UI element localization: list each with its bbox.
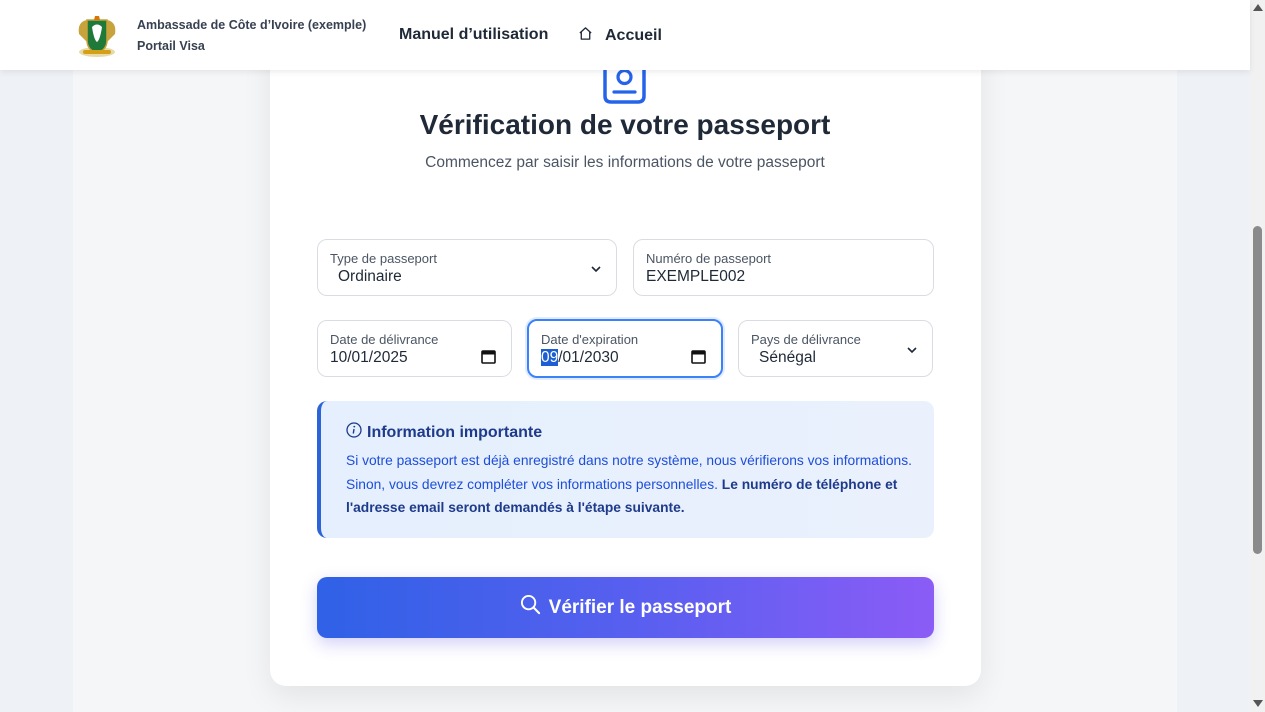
chevron-down-icon	[590, 262, 602, 274]
issue-date-input[interactable]: Date de délivrance 10/01/2025	[317, 320, 512, 377]
passport-type-select[interactable]: Type de passeport Ordinaire	[317, 239, 617, 296]
calendar-icon[interactable]	[691, 349, 706, 364]
expiry-date-value: 09/01/2030	[541, 349, 619, 367]
verify-passport-label: Vérifier le passeport	[548, 596, 732, 618]
info-text: Si votre passeport est déjà enregistré d…	[346, 449, 926, 520]
issuing-country-select[interactable]: Pays de délivrance Sénégal	[738, 320, 933, 377]
expiry-date-day-selected[interactable]: 09	[541, 349, 559, 366]
info-icon	[346, 422, 362, 443]
issue-date-label: Date de délivrance	[330, 332, 439, 347]
scrollbar-thumb[interactable]	[1253, 226, 1262, 554]
passport-number-label: Numéro de passeport	[646, 251, 772, 266]
passport-number-value: EXEMPLE002	[646, 268, 746, 285]
top-header: Ambassade de Côte d’Ivoire (exemple) Por…	[0, 0, 1250, 70]
nav-user-manual-link[interactable]: Manuel d’utilisation	[399, 26, 548, 44]
page-title: Vérification de votre passeport	[419, 109, 831, 140]
verify-passport-button[interactable]: Vérifier le passeport	[317, 577, 934, 638]
coat-of-arms-logo[interactable]	[73, 12, 121, 60]
home-icon	[578, 26, 593, 46]
page-subtitle: Commencez par saisir les informations de…	[425, 154, 825, 171]
info-title: Information importante	[346, 422, 542, 443]
passport-type-value: Ordinaire	[338, 268, 402, 285]
info-title-text: Information importante	[367, 423, 543, 441]
expiry-date-rest: /01/2030	[558, 349, 619, 366]
calendar-icon[interactable]	[481, 349, 496, 364]
important-info-box: Information importante Si votre passepor…	[317, 401, 934, 538]
issue-date-value: 10/01/2025	[330, 349, 408, 366]
passport-type-label: Type de passeport	[330, 251, 437, 266]
issuing-country-value: Sénégal	[759, 349, 816, 366]
brand-name: Ambassade de Côte d’Ivoire (exemple)	[137, 18, 367, 32]
nav-home-label: Accueil	[605, 27, 662, 44]
scroll-up-arrow-icon[interactable]	[1253, 4, 1263, 11]
passport-number-input[interactable]: Numéro de passeport EXEMPLE002	[633, 239, 934, 296]
nav-home-link[interactable]: Accueil	[578, 26, 662, 46]
brand-subtitle: Portail Visa	[137, 39, 205, 53]
expiry-date-input[interactable]: Date d'expiration 09/01/2030	[527, 319, 723, 378]
page-scrollbar[interactable]	[1250, 0, 1265, 712]
scroll-down-arrow-icon[interactable]	[1253, 700, 1263, 707]
search-icon	[520, 594, 541, 621]
chevron-down-icon	[906, 343, 918, 355]
issuing-country-label: Pays de délivrance	[751, 332, 861, 347]
expiry-date-label: Date d'expiration	[541, 332, 639, 347]
